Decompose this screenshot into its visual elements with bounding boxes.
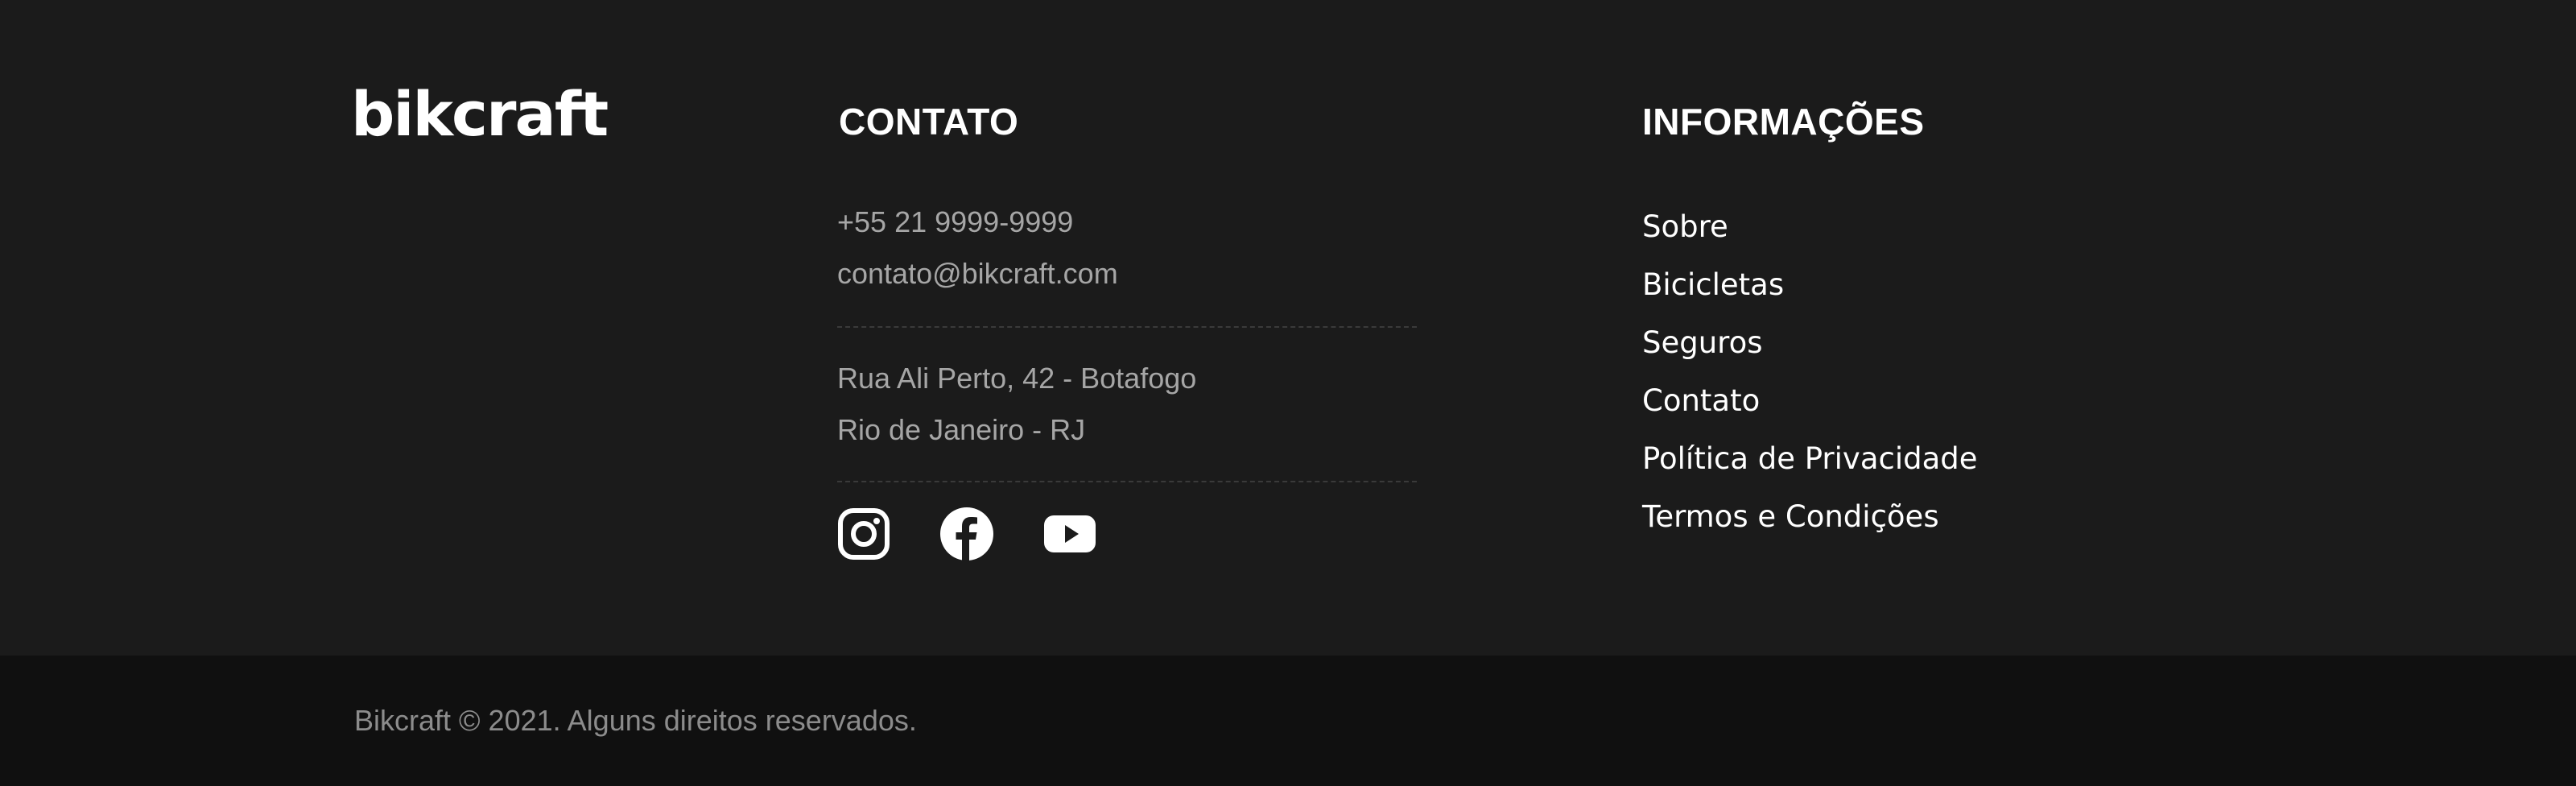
- footer-main: bikcraft CONTATO +55 21 9999-9999 contat…: [0, 0, 2576, 656]
- info-link-sobre[interactable]: Sobre: [1642, 208, 1978, 266]
- address-line-2: Rio de Janeiro - RJ: [837, 413, 1086, 446]
- info-link-bicicletas[interactable]: Bicicletas: [1642, 266, 1978, 324]
- info-link-contato[interactable]: Contato: [1642, 382, 1978, 440]
- address-line-1: Rua Ali Perto, 42 - Botafogo: [837, 362, 1197, 395]
- social-links: [837, 507, 1096, 561]
- bikcraft-logo[interactable]: bikcraft: [351, 84, 609, 145]
- contact-phone[interactable]: +55 21 9999-9999: [837, 208, 1073, 237]
- info-link-termos[interactable]: Termos e Condições: [1642, 498, 1978, 556]
- info-link-privacidade[interactable]: Política de Privacidade: [1642, 440, 1978, 498]
- address-divider: [837, 481, 1417, 482]
- contact-title: CONTATO: [839, 101, 1019, 143]
- info-link-seguros[interactable]: Seguros: [1642, 324, 1978, 382]
- contact-email[interactable]: contato@bikcraft.com: [837, 259, 1118, 288]
- copyright-text: Bikcraft © 2021. Alguns direitos reserva…: [354, 704, 917, 737]
- instagram-icon[interactable]: [837, 507, 890, 561]
- info-title: INFORMAÇÕES: [1642, 101, 1925, 143]
- youtube-icon[interactable]: [1043, 507, 1096, 561]
- contact-divider: [837, 326, 1417, 328]
- info-links: Sobre Bicicletas Seguros Contato Polític…: [1642, 208, 1978, 556]
- facebook-icon[interactable]: [940, 507, 993, 561]
